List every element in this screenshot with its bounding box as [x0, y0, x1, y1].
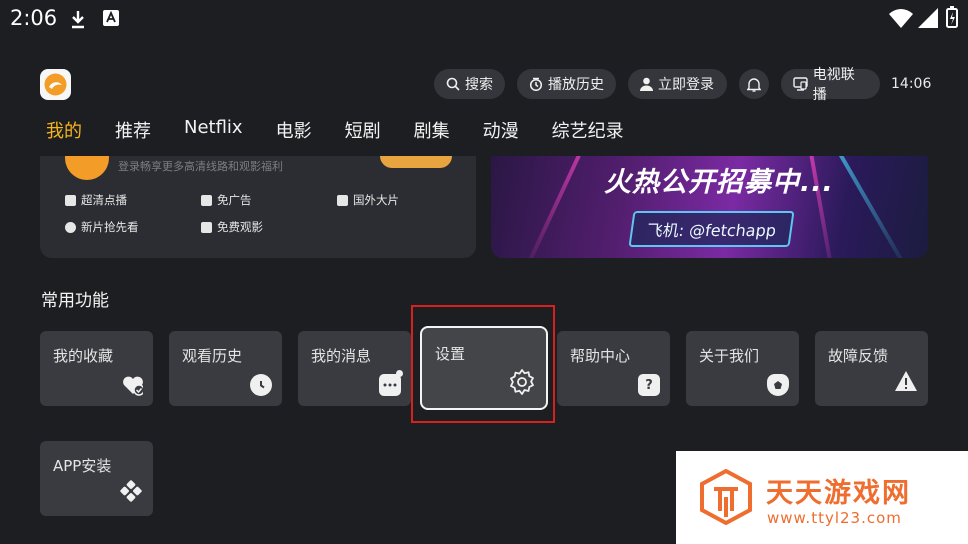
tile-label: 我的收藏 [53, 347, 114, 365]
message-icon [379, 374, 401, 396]
download-icon [72, 11, 84, 29]
tile-label: 关于我们 [699, 347, 760, 365]
tab-mine[interactable]: 我的 [46, 117, 82, 143]
notification-button[interactable] [739, 69, 769, 99]
battery-icon [946, 6, 958, 28]
highlight-box [411, 305, 555, 423]
tab-series[interactable]: 剧集 [414, 117, 450, 143]
user-icon [640, 77, 653, 91]
tab-anime[interactable]: 动漫 [483, 117, 519, 143]
feature-label: 超清点播 [81, 193, 127, 207]
warning-icon [894, 370, 918, 396]
play-history-button[interactable]: 播放历史 [517, 69, 616, 99]
feature-foreign-films: 国外大片 [337, 192, 399, 208]
tab-movies[interactable]: 电影 [276, 117, 312, 143]
heart-check-icon [121, 374, 143, 396]
section-title: 常用功能 [41, 291, 109, 311]
feature-hd: 超清点播 [65, 192, 127, 208]
tile-fault-feedback[interactable]: 故障反馈 [815, 331, 928, 406]
app-install-icon [119, 479, 143, 507]
feature-early-access: 新片抢先看 [65, 219, 139, 235]
clock-icon [250, 374, 272, 396]
video-icon [65, 194, 76, 206]
tile-watch-history[interactable]: 观看历史 [169, 331, 282, 406]
watermark-title: 天天游戏网 [766, 478, 911, 509]
tile-about-us[interactable]: 关于我们 [686, 331, 799, 406]
wifi-icon [889, 9, 913, 28]
banner-tag: 飞机: @fetchapp [628, 211, 795, 247]
tv-icon [793, 77, 808, 91]
login-button[interactable]: 立即登录 [628, 69, 727, 99]
ticket-icon [201, 221, 212, 233]
history-icon [529, 77, 543, 91]
tile-label: 我的消息 [311, 347, 372, 365]
status-time: 2:06 [10, 6, 58, 30]
search-label: 搜索 [465, 77, 493, 93]
bell-icon [747, 77, 761, 92]
tile-label: 观看历史 [182, 347, 243, 365]
unread-dot [396, 370, 403, 377]
tile-messages[interactable]: 我的消息 [298, 331, 411, 406]
no-ads-icon [201, 194, 212, 206]
watermark-logo-icon [700, 469, 752, 525]
login-label: 立即登录 [658, 77, 714, 93]
logo-icon [44, 73, 67, 96]
tile-label: APP安装 [53, 457, 112, 475]
search-button[interactable]: 搜索 [434, 69, 505, 99]
nav-tabs: 我的 推荐 Netflix 电影 短剧 剧集 动漫 综艺纪录 [46, 117, 657, 143]
feature-no-ads: 免广告 [201, 192, 252, 208]
tile-label: 故障反馈 [828, 347, 889, 365]
light-beam [519, 156, 587, 258]
tab-variety[interactable]: 综艺纪录 [552, 117, 624, 143]
about-icon [767, 374, 789, 396]
film-icon [337, 194, 348, 206]
status-bar: 2:06 [0, 0, 968, 38]
keyboard-icon [103, 10, 119, 26]
banner-title: 火热公开招募中... [604, 167, 834, 198]
help-icon: ? [638, 374, 660, 396]
tv-cast-label: 电视联播 [812, 67, 855, 103]
feature-label: 免费观影 [217, 220, 263, 234]
play-history-label: 播放历史 [548, 77, 604, 93]
promo-banner[interactable]: 火热公开招募中... 飞机: @fetchapp [491, 156, 928, 258]
tab-short-drama[interactable]: 短剧 [345, 117, 381, 143]
tab-recommend[interactable]: 推荐 [115, 117, 151, 143]
member-action-button[interactable] [380, 156, 452, 168]
tv-cast-button[interactable]: 电视联播 [781, 67, 880, 103]
search-icon [446, 77, 460, 91]
signal-icon [918, 8, 938, 28]
tile-label: 帮助中心 [570, 347, 631, 365]
avatar [65, 156, 109, 180]
feature-label: 免广告 [217, 193, 252, 207]
watermark: 天天游戏网 www.ttyl23.com [676, 451, 968, 544]
tab-netflix[interactable]: Netflix [184, 117, 243, 143]
member-subtitle: 登录畅享更多高清线路和观影福利 [118, 160, 283, 173]
star-icon [65, 221, 76, 233]
tile-app-install[interactable]: APP安装 [40, 441, 153, 516]
feature-label: 新片抢先看 [81, 220, 139, 234]
watermark-url: www.ttyl23.com [767, 509, 902, 527]
feature-label: 国外大片 [353, 193, 399, 207]
tile-help-center[interactable]: 帮助中心 ? [557, 331, 670, 406]
tile-favorites[interactable]: 我的收藏 [40, 331, 153, 406]
clock: 14:06 [891, 76, 932, 92]
app-logo[interactable] [40, 69, 71, 100]
feature-free-viewing: 免费观影 [201, 219, 263, 235]
member-card[interactable]: 登录畅享更多高清线路和观影福利 超清点播 免广告 国外大片 新片抢先看 免费观影 [40, 156, 476, 258]
light-beam [833, 156, 913, 258]
